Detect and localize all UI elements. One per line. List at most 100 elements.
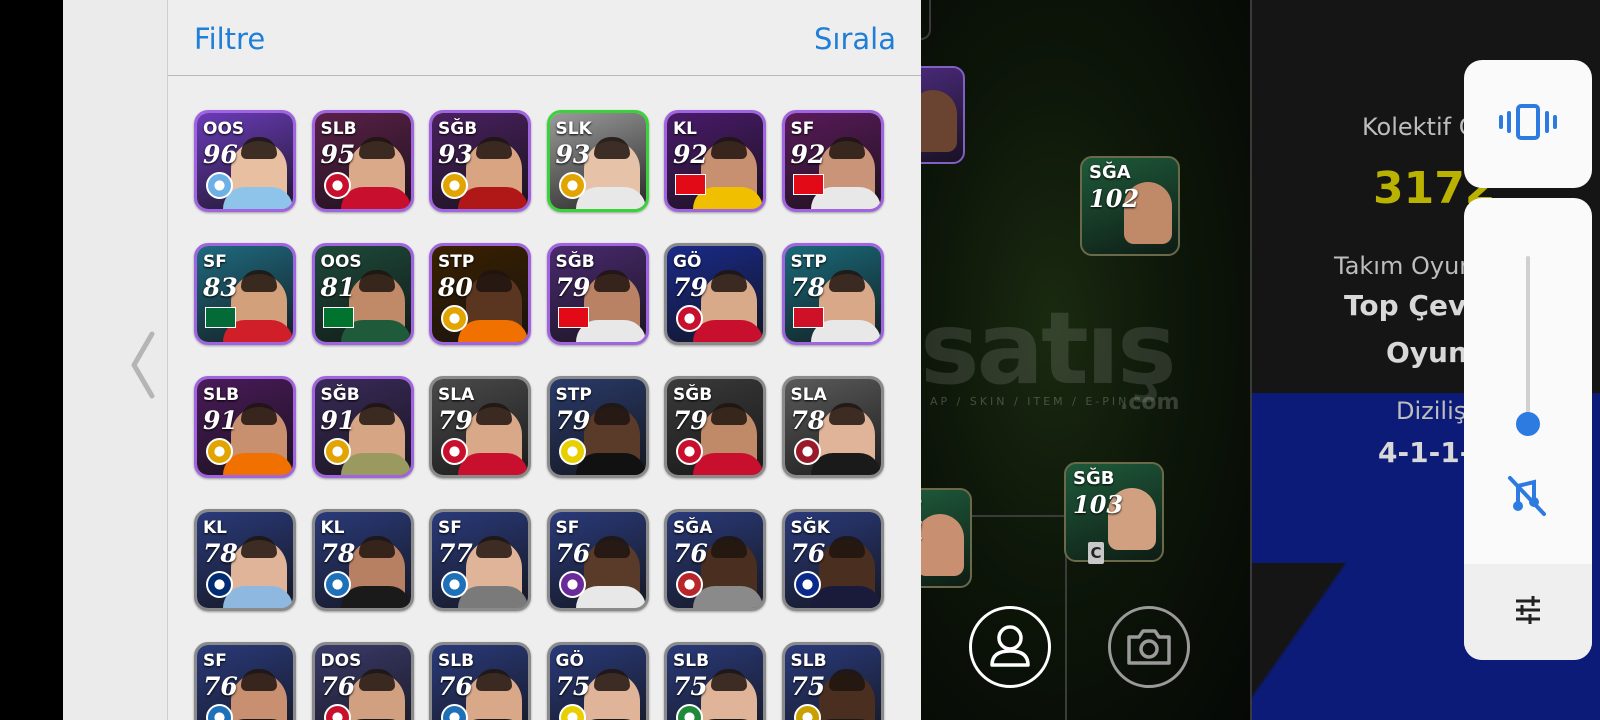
pitch-line xyxy=(921,0,931,40)
player-card[interactable]: SF 77 xyxy=(429,509,531,611)
camera-button[interactable] xyxy=(1108,606,1190,688)
panel-header: Filtre Sırala xyxy=(168,0,921,76)
player-card[interactable]: SLK 93 xyxy=(546,110,649,212)
card-rating: 76 xyxy=(203,672,238,701)
player-card[interactable]: SLB 76 xyxy=(429,642,531,720)
player-card[interactable]: DOS 76 xyxy=(311,642,414,720)
club-badge-icon xyxy=(441,438,468,465)
card-position: SLB xyxy=(790,651,827,671)
player-card[interactable]: SĞB 93 xyxy=(429,110,531,212)
card-position: SĞA xyxy=(673,518,713,538)
watermark-domain: .com xyxy=(1120,390,1180,415)
pitch-card-position: SĞA xyxy=(1089,162,1131,183)
chevron-left-icon[interactable] xyxy=(128,330,158,400)
player-shirt xyxy=(458,453,528,475)
player-card[interactable]: SF 92 xyxy=(781,110,884,212)
player-card[interactable]: KL 92 xyxy=(664,110,766,212)
card-rating: 78 xyxy=(790,273,826,302)
player-card[interactable]: SĞK 76 xyxy=(781,509,884,611)
card-rating: 91 xyxy=(320,406,356,435)
player-card[interactable]: SĞB 79 xyxy=(664,376,766,478)
player-shirt xyxy=(575,453,646,475)
card-position: SĞB xyxy=(320,385,360,405)
player-card[interactable]: OOS 96 xyxy=(194,110,296,212)
card-rating: 76 xyxy=(438,672,473,701)
player-portrait xyxy=(231,669,287,720)
pitch-player-card[interactable]: SĞA 102 xyxy=(1080,156,1180,256)
player-card[interactable]: SF 83 xyxy=(194,243,296,345)
player-card[interactable]: SF 76 xyxy=(546,509,649,611)
player-card[interactable]: SLA 79 xyxy=(429,376,531,478)
card-position: KL xyxy=(320,518,345,538)
club-badge-icon xyxy=(676,305,703,332)
player-card[interactable]: SĞB 79 xyxy=(546,243,649,345)
card-position: STP xyxy=(555,385,592,405)
card-position: SLA xyxy=(790,385,827,405)
player-card[interactable]: KL 78 xyxy=(311,509,414,611)
nation-flag-icon xyxy=(557,307,589,328)
player-card[interactable]: GÖ 79 xyxy=(664,243,766,345)
player-card[interactable]: SĞB 91 xyxy=(311,376,414,478)
card-position: SF xyxy=(555,518,580,538)
card-rating: 95 xyxy=(320,140,356,169)
player-card[interactable]: GÖ 75 xyxy=(546,642,649,720)
club-badge-icon xyxy=(558,571,586,598)
pitch-card-position: SĞB xyxy=(1073,468,1115,489)
card-rating: 75 xyxy=(790,672,826,701)
card-position: STP xyxy=(790,252,827,272)
player-card[interactable]: OOS 81 xyxy=(311,243,414,345)
player-card[interactable]: SLB 95 xyxy=(311,110,414,212)
sort-button[interactable]: Sırala xyxy=(814,22,896,56)
club-badge-icon xyxy=(206,571,233,598)
card-position: SF xyxy=(203,651,227,671)
card-rating: 78 xyxy=(203,539,238,568)
card-rating: 92 xyxy=(673,140,708,169)
volume-track[interactable] xyxy=(1526,256,1530,424)
card-position: SLA xyxy=(438,385,475,405)
player-card[interactable]: SĞA 76 xyxy=(664,509,766,611)
player-card[interactable]: SLA 78 xyxy=(781,376,884,478)
vibrate-mode-button[interactable] xyxy=(1464,60,1592,188)
player-shirt xyxy=(223,586,293,608)
filter-button[interactable]: Filtre xyxy=(194,22,265,56)
nation-flag-icon xyxy=(205,307,236,328)
card-position: SF xyxy=(203,252,227,272)
profile-icon xyxy=(990,625,1030,667)
card-rating: 83 xyxy=(203,273,238,302)
card-position: SF xyxy=(790,119,815,139)
card-rating: 78 xyxy=(790,406,826,435)
card-position: SLB xyxy=(320,119,357,139)
volume-settings-area xyxy=(1464,564,1592,660)
nation-flag-icon xyxy=(675,174,706,195)
player-card[interactable]: STP 78 xyxy=(781,243,884,345)
player-card[interactable]: SF 76 xyxy=(194,642,296,720)
pitch-card-rating: 103 xyxy=(1073,490,1124,519)
player-portrait xyxy=(583,669,640,720)
player-card[interactable]: SLB 75 xyxy=(781,642,884,720)
card-rating: 79 xyxy=(555,273,591,302)
mute-icon[interactable] xyxy=(1498,466,1558,526)
player-card[interactable]: STP 80 xyxy=(429,243,531,345)
player-list-panel: Filtre Sırala OOS 96 SLB 95 SĞB 93 SLK 93 KL 92 SF… xyxy=(168,0,921,720)
card-rating: 92 xyxy=(790,140,826,169)
profile-button[interactable] xyxy=(969,606,1051,688)
player-card[interactable]: SLB 75 xyxy=(664,642,766,720)
player-shirt xyxy=(693,453,763,475)
team-style-value-line-1: Top Çevi xyxy=(1344,289,1476,322)
club-badge-icon xyxy=(441,172,468,199)
tune-icon[interactable] xyxy=(1508,590,1548,630)
club-badge-icon xyxy=(676,571,703,598)
player-card[interactable]: STP 79 xyxy=(546,376,649,478)
player-shirt xyxy=(223,453,293,475)
club-badge-icon xyxy=(441,571,468,598)
pitch-player-card[interactable]: SĞB 103 xyxy=(1064,462,1164,562)
player-shirt xyxy=(693,320,763,342)
player-card[interactable]: SLB 91 xyxy=(194,376,296,478)
camera-icon xyxy=(1127,629,1171,665)
volume-thumb[interactable] xyxy=(1516,412,1540,436)
player-card[interactable]: KL 78 xyxy=(194,509,296,611)
card-rating: 79 xyxy=(555,406,591,435)
card-rating: 96 xyxy=(203,140,238,169)
club-badge-icon xyxy=(558,172,586,199)
nation-flag-icon xyxy=(792,174,824,195)
